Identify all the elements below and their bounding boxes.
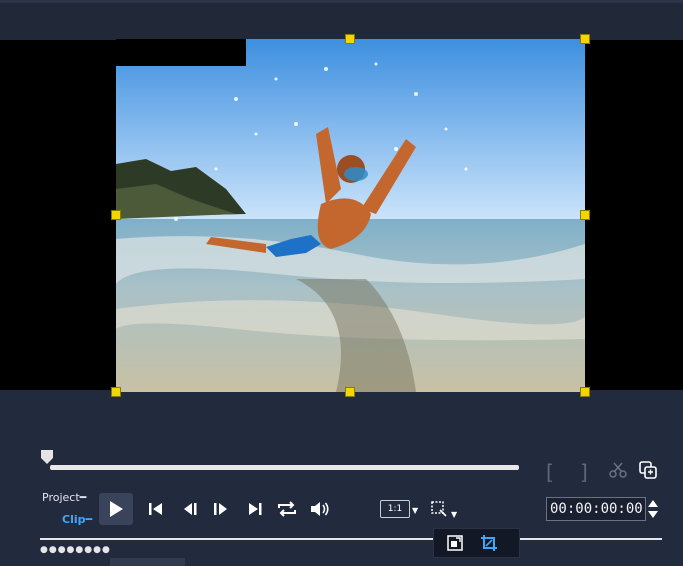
copy-icon[interactable] [637,459,659,481]
timeline-strip [110,558,185,566]
mode-project-label[interactable]: Project━ [42,491,86,504]
crop-mode-popup [433,528,520,558]
fit-to-screen-icon[interactable] [444,532,466,554]
aspect-ratio-button[interactable]: 1:1 [380,500,410,518]
resize-dropdown-icon[interactable] [428,498,450,520]
panel-divider [40,538,662,540]
resize-handle-bottom-left[interactable] [111,387,121,397]
scrubber-thumb[interactable] [41,450,53,464]
chevron-down-icon[interactable]: ▼ [412,506,418,515]
skip-back-icon[interactable] [145,498,167,520]
play-button[interactable] [99,493,133,525]
video-clip-frame[interactable] [116,39,585,392]
resize-handle-bottom-right[interactable] [580,387,590,397]
resize-handle-top-right[interactable] [580,34,590,44]
crop-icon[interactable] [478,532,500,554]
mode-clip-label[interactable]: Clip━ [62,513,92,526]
repeat-icon[interactable] [276,498,298,520]
preview-notch [116,39,246,66]
skip-forward-icon[interactable] [244,498,266,520]
clip-image [116,39,585,392]
mark-out-icon[interactable]: ] [580,460,588,484]
volume-icon[interactable] [309,498,331,520]
scrubber-track[interactable] [50,465,519,470]
chevron-down-icon[interactable]: ▼ [451,510,457,519]
mark-in-icon[interactable]: [ [546,460,554,484]
resize-handle-top[interactable] [345,34,355,44]
resize-handle-bottom[interactable] [345,387,355,397]
resize-handle-right[interactable] [580,210,590,220]
frame-forward-icon[interactable] [209,498,231,520]
timecode-stepper[interactable] [646,497,660,521]
resize-handle-left[interactable] [111,210,121,220]
frame-back-icon[interactable] [180,498,202,520]
play-icon [110,501,123,517]
scissors-icon[interactable] [607,459,629,481]
timecode-display[interactable]: 00:00:00:00 [546,497,646,521]
drag-grip[interactable]: ●●●●●●●● [40,545,111,555]
